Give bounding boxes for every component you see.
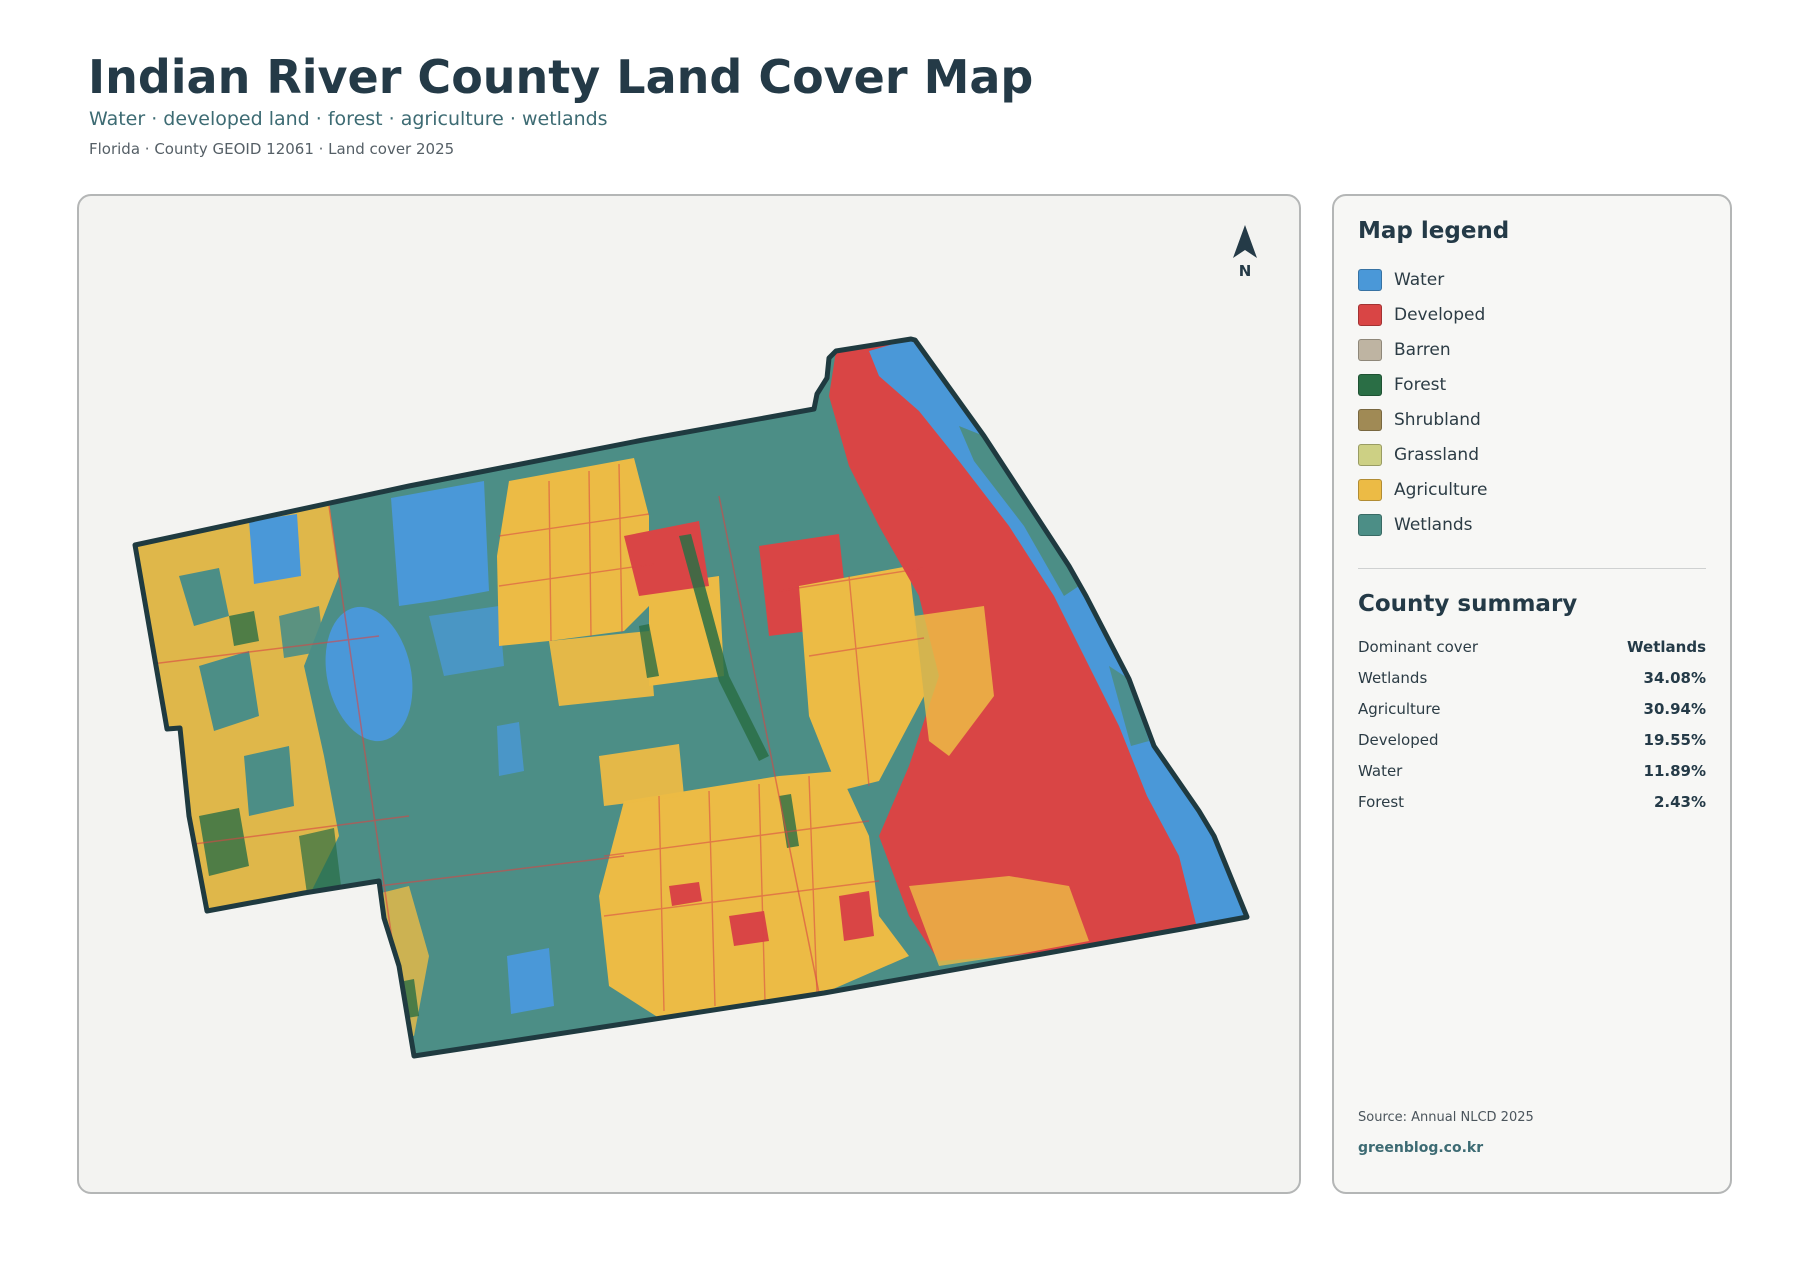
source-note: Source: Annual NLCD 2025: [1358, 1110, 1534, 1125]
summary-label: Agriculture: [1358, 699, 1441, 718]
page-title: Indian River County Land Cover Map: [88, 50, 1034, 104]
legend-heading: Map legend: [1358, 218, 1510, 244]
summary-table: Dominant cover Wetlands Wetlands 34.08% …: [1358, 631, 1706, 817]
legend-item-barren: Barren: [1358, 332, 1706, 367]
summary-value: 19.55%: [1643, 730, 1706, 749]
map-panel[interactable]: [77, 194, 1301, 1194]
summary-label: Developed: [1358, 730, 1439, 749]
legend-swatch: [1358, 268, 1382, 291]
legend-swatch: [1358, 443, 1382, 466]
summary-label: Forest: [1358, 792, 1405, 811]
legend-swatch: [1358, 513, 1382, 536]
land-cover-map[interactable]: [79, 196, 1301, 1194]
legend-item-grassland: Grassland: [1358, 437, 1706, 472]
summary-row-agriculture: Agriculture 30.94%: [1358, 693, 1706, 724]
summary-label: Dominant cover: [1358, 637, 1479, 656]
legend-swatch: [1358, 303, 1382, 326]
legend-swatch: [1358, 478, 1382, 501]
legend-label: Shrubland: [1394, 409, 1481, 430]
north-arrow-icon: [1233, 225, 1257, 258]
legend-item-water: Water: [1358, 262, 1706, 297]
page-subtitle: Water · developed land · forest · agricu…: [89, 108, 608, 130]
legend-label: Agriculture: [1394, 479, 1488, 500]
legend-swatch: [1358, 373, 1382, 396]
legend-item-agriculture: Agriculture: [1358, 472, 1706, 507]
north-arrow: N: [1220, 224, 1270, 280]
legend-item-forest: Forest: [1358, 367, 1706, 402]
divider: [1358, 568, 1706, 569]
site-link[interactable]: greenblog.co.kr: [1358, 1140, 1483, 1156]
legend-list: Water Developed Barren Forest Shrubland …: [1358, 262, 1706, 542]
summary-value: 2.43%: [1653, 792, 1706, 811]
summary-label: Wetlands: [1358, 668, 1428, 687]
summary-row-water: Water 11.89%: [1358, 755, 1706, 786]
summary-row-developed: Developed 19.55%: [1358, 724, 1706, 755]
land-cover-raster: [135, 339, 1247, 1056]
legend-item-wetlands: Wetlands: [1358, 507, 1706, 542]
legend-label: Wetlands: [1394, 514, 1473, 535]
side-panel: Map legend Water Developed Barren Forest…: [1332, 194, 1732, 1194]
summary-value: 11.89%: [1643, 761, 1706, 780]
legend-label: Forest: [1394, 374, 1447, 395]
summary-row-dominant: Dominant cover Wetlands: [1358, 631, 1706, 662]
summary-row-wetlands: Wetlands 34.08%: [1358, 662, 1706, 693]
legend-item-developed: Developed: [1358, 297, 1706, 332]
summary-value: Wetlands: [1627, 637, 1706, 656]
legend-item-shrubland: Shrubland: [1358, 402, 1706, 437]
legend-label: Barren: [1394, 339, 1451, 360]
summary-label: Water: [1358, 761, 1403, 780]
summary-row-forest: Forest 2.43%: [1358, 786, 1706, 817]
legend-label: Developed: [1394, 304, 1486, 325]
summary-value: 34.08%: [1643, 668, 1706, 687]
page-meta: Florida · County GEOID 12061 · Land cove…: [89, 140, 455, 158]
legend-swatch: [1358, 408, 1382, 431]
legend-swatch: [1358, 338, 1382, 361]
legend-label: Water: [1394, 269, 1445, 290]
summary-heading: County summary: [1358, 591, 1578, 617]
summary-value: 30.94%: [1643, 699, 1706, 718]
north-label: N: [1238, 262, 1252, 280]
legend-label: Grassland: [1394, 444, 1479, 465]
